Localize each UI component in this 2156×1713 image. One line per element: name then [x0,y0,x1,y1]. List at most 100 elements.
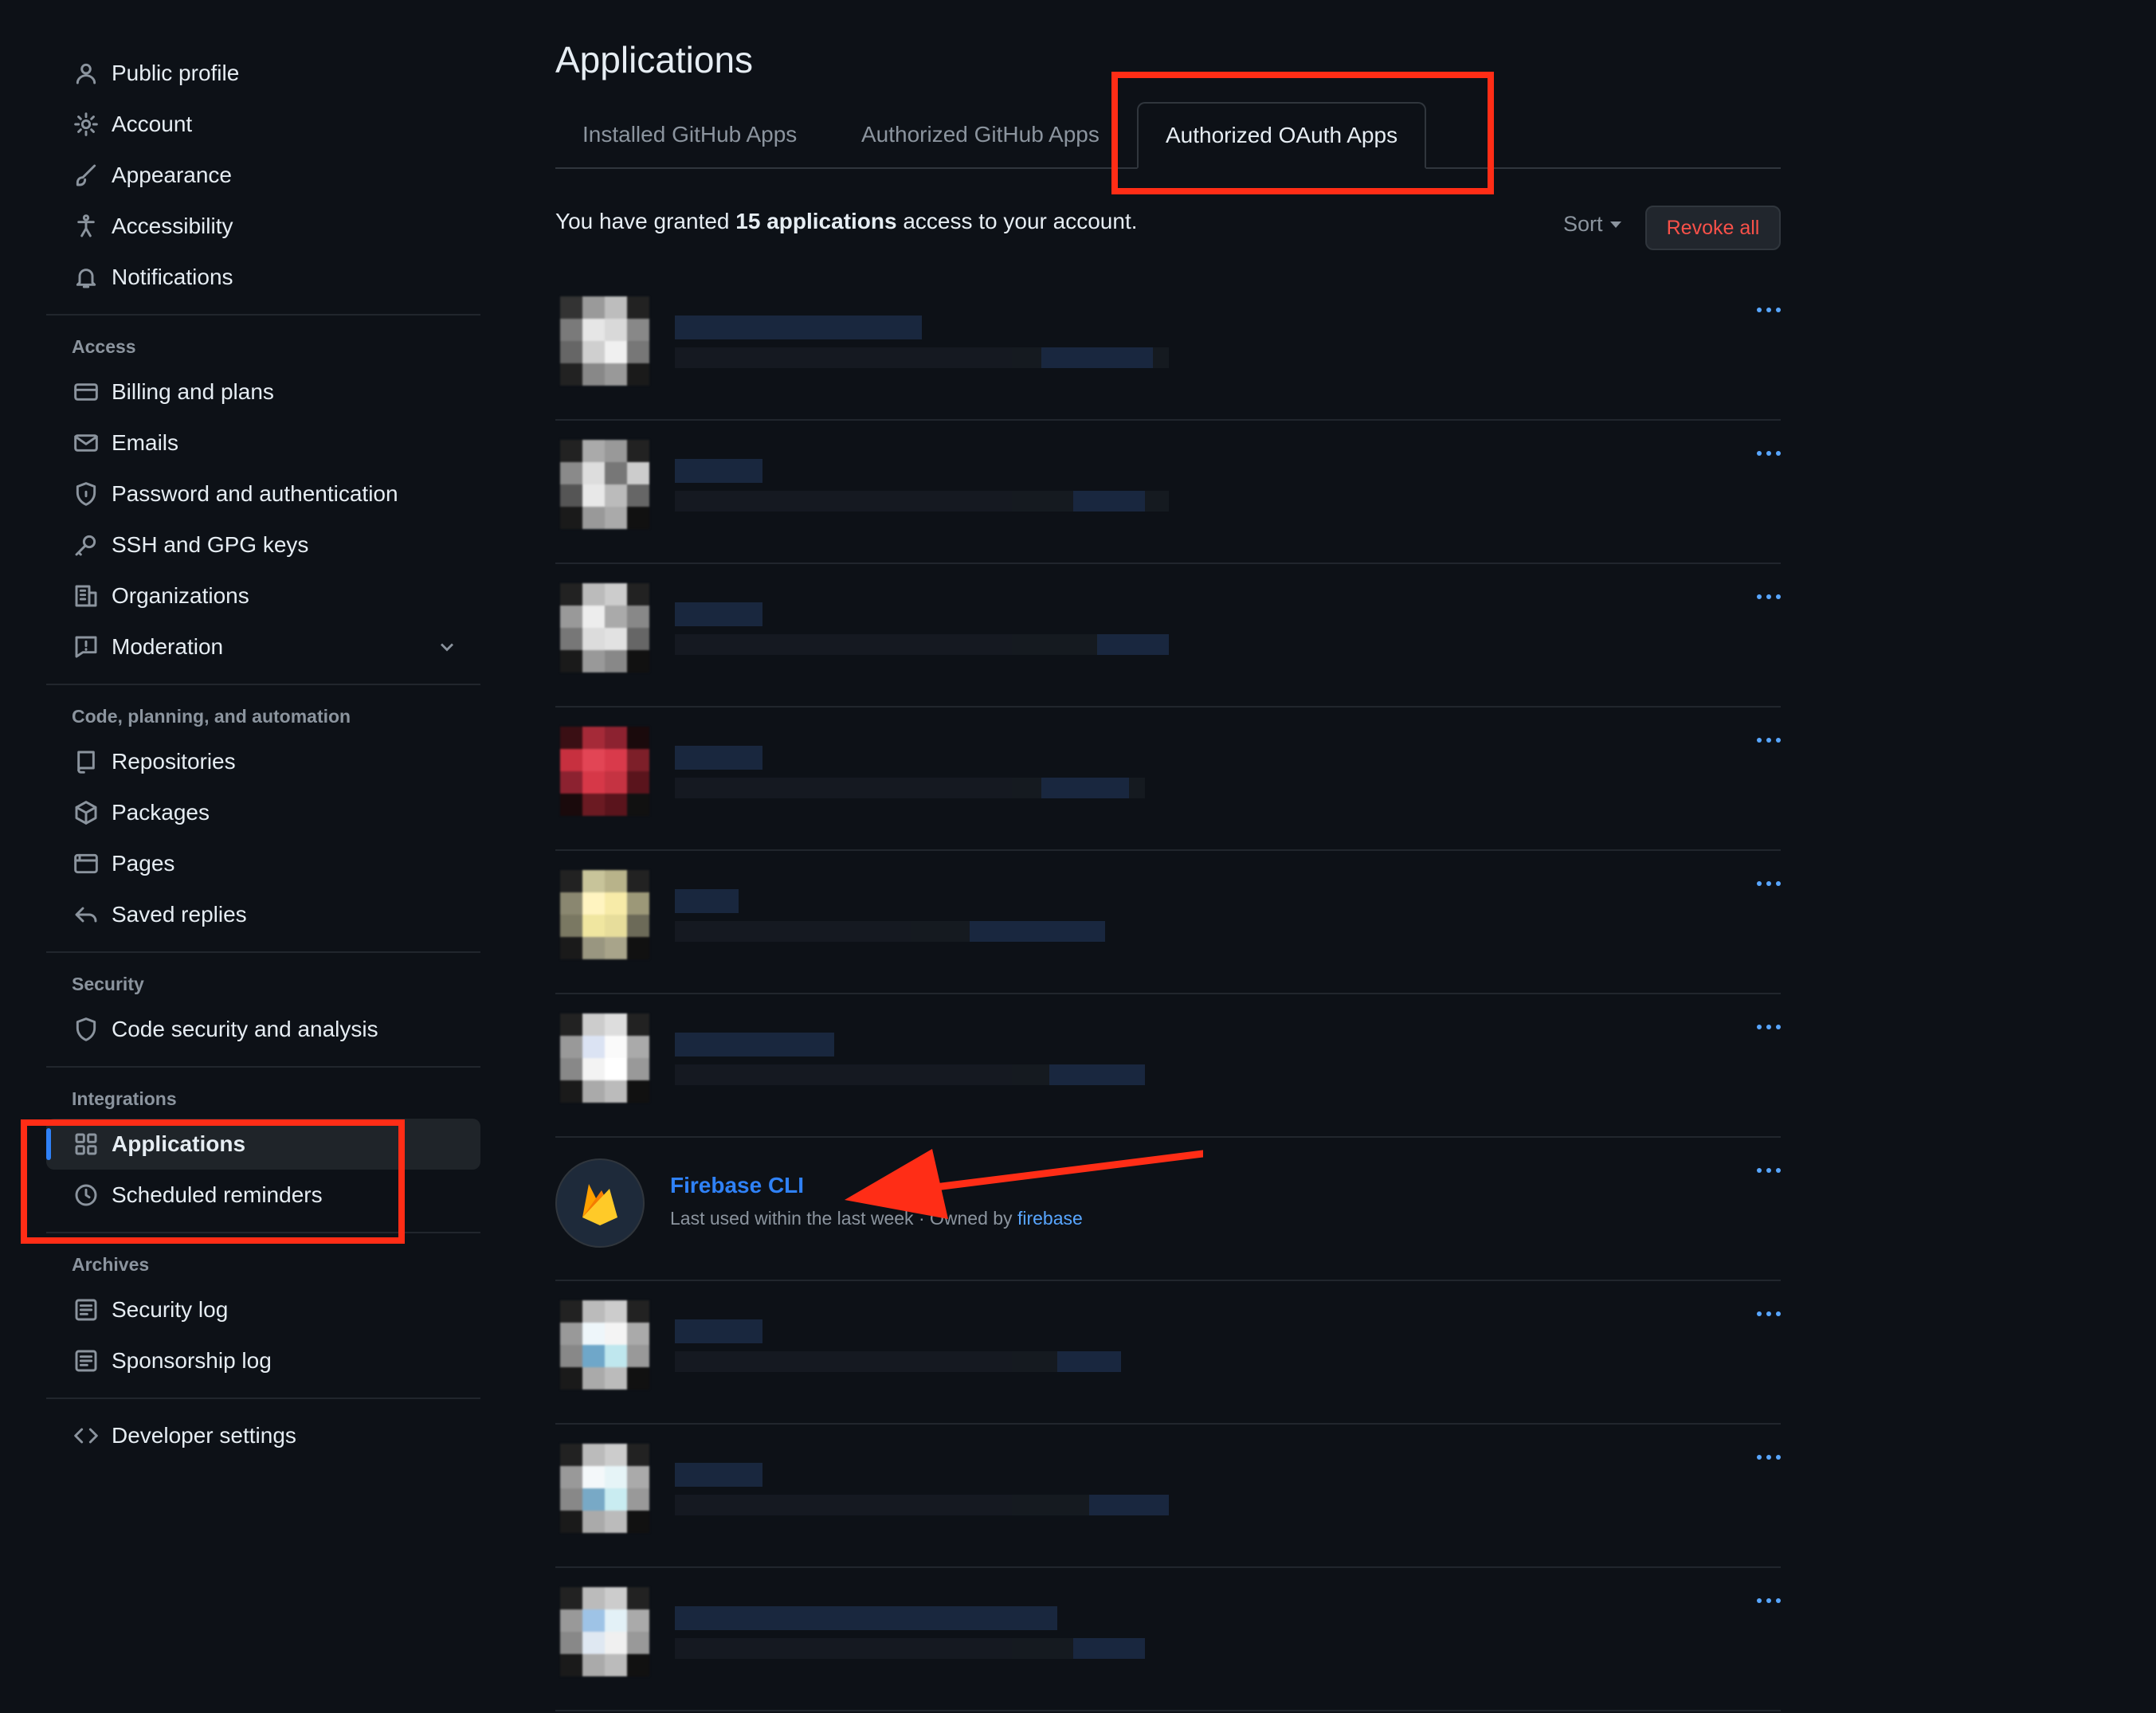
sidebar-item-billing[interactable]: Billing and plans [46,367,480,417]
sidebar-item-label: Appearance [112,163,233,187]
sidebar-item-label: Packages [112,800,210,825]
sidebar-heading-archives: Archives [72,1253,150,1275]
redacted-text [675,889,1105,942]
mail-icon [72,429,100,457]
sidebar-item-label: Public profile [112,61,240,85]
revoke-all-button[interactable]: Revoke all [1645,206,1781,250]
app-row-redacted[interactable] [555,994,1781,1138]
more-options-icon[interactable] [1757,308,1781,312]
granted-summary: You have granted 15 applications access … [555,209,1138,234]
sidebar-item-password[interactable]: Password and authentication [46,468,480,519]
organization-icon [72,582,100,610]
more-options-icon[interactable] [1757,1025,1781,1029]
sidebar-item-label: Organizations [112,583,249,608]
sidebar-item-label: Saved replies [112,902,247,927]
sidebar-item-code-security[interactable]: Code security and analysis [46,1004,480,1055]
sidebar-item-label: Pages [112,851,175,876]
sidebar-item-public-profile[interactable]: Public profile [46,48,480,99]
more-options-icon[interactable] [1757,1455,1781,1460]
tab-authorized-github-apps[interactable]: Authorized GitHub Apps [834,102,1127,167]
more-options-icon[interactable] [1757,1168,1781,1173]
summary-prefix: You have granted [555,209,736,233]
sort-button[interactable]: Sort [1563,212,1621,237]
sidebar-item-account[interactable]: Account [46,99,480,150]
redacted-text [675,316,1169,368]
sidebar-item-repositories[interactable]: Repositories [46,736,480,787]
tab-installed-github-apps[interactable]: Installed GitHub Apps [555,102,824,167]
app-row-redacted[interactable] [555,564,1781,708]
sidebar-divider [46,1066,480,1068]
app-row-redacted[interactable] [555,421,1781,564]
annotation-highlight-applications [21,1119,405,1244]
more-options-icon[interactable] [1757,738,1781,743]
sidebar-heading-access: Access [72,335,136,357]
app-row-redacted[interactable] [555,277,1781,421]
summary-count: 15 applications [735,209,897,233]
sidebar-item-notifications[interactable]: Notifications [46,252,480,303]
sidebar-item-security-log[interactable]: Security log [46,1284,480,1335]
bell-icon [72,263,100,292]
sidebar-item-moderation[interactable]: Moderation [46,621,480,672]
repo-icon [72,747,100,776]
more-options-icon[interactable] [1757,594,1781,599]
sidebar-item-label: Code security and analysis [112,1017,378,1041]
sidebar-item-pages[interactable]: Pages [46,838,480,889]
firebase-logo-icon [555,1158,645,1248]
redacted-text [675,1463,1169,1515]
more-options-icon[interactable] [1757,1598,1781,1603]
sidebar-item-ssh-gpg[interactable]: SSH and GPG keys [46,519,480,570]
sidebar-item-label: Sponsorship log [112,1348,272,1373]
sidebar-item-saved-replies[interactable]: Saved replies [46,889,480,940]
sidebar-item-organizations[interactable]: Organizations [46,570,480,621]
redacted-text [675,459,1169,512]
sidebar-item-appearance[interactable]: Appearance [46,150,480,201]
sidebar-heading-integrations: Integrations [72,1088,177,1109]
sidebar-item-label: Accessibility [112,214,233,238]
browser-icon [72,849,100,878]
sidebar-item-label: Emails [112,430,179,455]
person-icon [72,59,100,88]
redacted-text [675,602,1169,655]
key-icon [72,531,100,559]
redacted-avatar [560,1444,649,1533]
more-options-icon[interactable] [1757,451,1781,456]
sidebar-item-label: Moderation [112,634,224,659]
package-icon [72,798,100,827]
sidebar-divider [46,314,480,316]
credit-card-icon [72,378,100,406]
sidebar-divider [46,951,480,953]
sidebar-item-emails[interactable]: Emails [46,417,480,468]
sidebar-item-accessibility[interactable]: Accessibility [46,201,480,252]
sidebar-item-label: Security log [112,1297,229,1322]
app-name-link[interactable]: Firebase CLI [670,1173,804,1198]
sidebar-item-developer-settings[interactable]: Developer settings [46,1410,480,1461]
shield-lock-icon [72,480,100,508]
app-row-redacted[interactable] [555,851,1781,994]
redacted-avatar [560,1587,649,1676]
oauth-app-list: Firebase CLI Last used within the last w… [555,277,1781,1711]
sidebar-item-packages[interactable]: Packages [46,787,480,838]
sidebar-item-label: Repositories [112,749,236,774]
accessibility-icon [72,212,100,241]
annotation-arrow [845,1149,1203,1219]
app-row-redacted[interactable] [555,1568,1781,1711]
sidebar-item-label: SSH and GPG keys [112,532,309,557]
redacted-text [675,1319,1121,1372]
more-options-icon[interactable] [1757,1311,1781,1316]
redacted-avatar [560,583,649,672]
sidebar-item-sponsorship-log[interactable]: Sponsorship log [46,1335,480,1386]
app-row-redacted[interactable] [555,1425,1781,1568]
redacted-avatar [560,440,649,529]
more-options-icon[interactable] [1757,881,1781,886]
chevron-down-icon[interactable] [436,636,458,664]
sidebar-item-label: Notifications [112,265,233,289]
sidebar-item-label: Account [112,112,193,136]
sidebar-heading-code: Code, planning, and automation [72,705,351,727]
log-icon [72,1346,100,1375]
sidebar-item-label: Billing and plans [112,379,274,404]
summary-suffix: access to your account. [896,209,1138,233]
settings-sidebar: Public profile Account Appearance Access… [46,48,480,1461]
app-row-redacted[interactable] [555,708,1781,851]
redacted-text [675,1033,1145,1085]
app-row-redacted[interactable] [555,1281,1781,1425]
